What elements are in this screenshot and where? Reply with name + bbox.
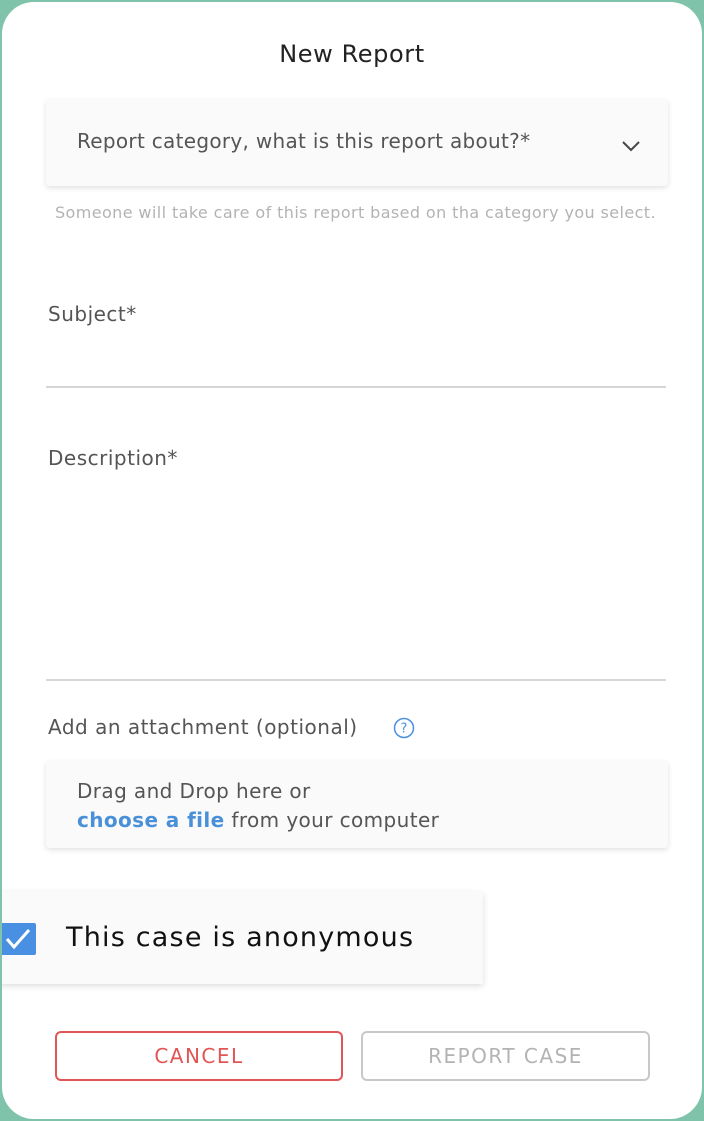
dropzone-suffix: from your computer [224, 808, 440, 832]
checkmark-icon [5, 929, 31, 950]
report-case-button[interactable]: REPORT CASE [361, 1031, 650, 1081]
report-category-select[interactable]: Report category, what is this report abo… [46, 99, 668, 186]
subject-input[interactable] [46, 342, 666, 388]
modal-title: New Report [279, 40, 425, 68]
subject-label: Subject* [48, 302, 137, 326]
chevron-down-icon [622, 141, 640, 152]
cancel-button[interactable]: CANCEL [55, 1031, 343, 1081]
anonymous-checkbox[interactable] [2, 923, 36, 955]
question-circle-icon[interactable]: ? [393, 717, 415, 739]
choose-file-link[interactable]: choose a file [77, 808, 225, 832]
attachment-dropzone[interactable]: Drag and Drop here or choose a file from… [46, 761, 668, 848]
category-helper-text: Someone will take care of this report ba… [55, 203, 656, 222]
anonymous-option: This case is anonymous [2, 892, 483, 984]
dropzone-line2: choose a file from your computer [77, 808, 439, 832]
new-report-modal: New Report Report category, what is this… [2, 2, 702, 1119]
report-category-placeholder: Report category, what is this report abo… [77, 129, 531, 153]
attachment-label: Add an attachment (optional) [48, 715, 358, 739]
dropzone-text: Drag and Drop here or [77, 779, 311, 803]
svg-text:?: ? [401, 722, 408, 737]
anonymous-label: This case is anonymous [66, 922, 415, 953]
description-textarea[interactable] [46, 486, 666, 681]
description-label: Description* [48, 446, 178, 470]
